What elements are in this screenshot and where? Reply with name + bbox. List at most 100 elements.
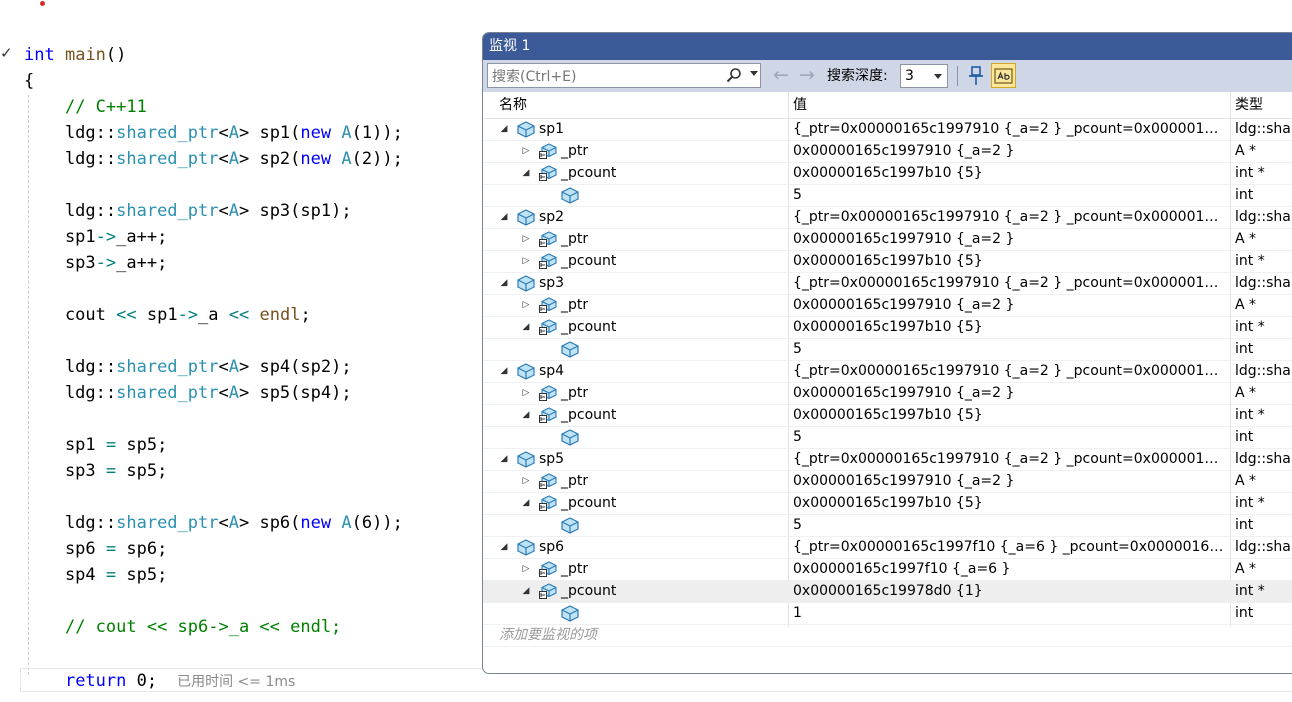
code-line[interactable]: return 0; 已用时间 <= 1ms (24, 668, 295, 694)
watch-row-value[interactable]: 0x00000165c1997910 {_a=2 } (793, 141, 1227, 162)
watch-row-value[interactable]: 0x00000165c1997b10 {5} (793, 493, 1227, 514)
code-line[interactable]: ldg::shared_ptr<A> sp2(new A(2)); (24, 146, 403, 172)
expanded-toggle-icon[interactable]: ◢ (521, 317, 531, 338)
watch-row-value[interactable]: {_ptr=0x00000165c1997f10 {_a=6 } _pcount… (793, 537, 1227, 558)
code-line[interactable]: sp3->_a++; (24, 250, 167, 276)
watch-row-value[interactable]: 0x00000165c1997910 {_a=2 } (793, 229, 1227, 250)
watch-row[interactable]: 1 int (483, 603, 1292, 625)
code-line[interactable]: // C++11 (24, 94, 147, 120)
code-line[interactable]: ldg::shared_ptr<A> sp3(sp1); (24, 198, 352, 224)
member-field-icon (539, 407, 557, 424)
add-watch-row[interactable]: 添加要监视的项 (483, 625, 1292, 647)
watch-row[interactable]: ▷ _ptr 0x00000165c1997f10 {_a=6 } A * (483, 559, 1292, 581)
watch-row-value[interactable]: 0x00000165c1997910 {_a=2 } (793, 471, 1227, 492)
watch-row-value[interactable]: 5 (793, 515, 1227, 536)
search-depth-select[interactable]: 3 (900, 64, 948, 88)
watch-row[interactable]: ◢ sp2 {_ptr=0x00000165c1997910 {_a=2 } _pc… (483, 207, 1292, 229)
watch-row-value[interactable]: 0x00000165c1997b10 {5} (793, 163, 1227, 184)
watch-row[interactable]: 5 int (483, 339, 1292, 361)
watch-row[interactable]: ◢ _pcount 0x00000165c1997b10 {5} int * (483, 317, 1292, 339)
watch-row[interactable]: ◢ sp5 {_ptr=0x00000165c1997910 {_a=2 } _pc… (483, 449, 1292, 471)
watch-row[interactable]: ▷ _ptr 0x00000165c1997910 {_a=2 } A * (483, 295, 1292, 317)
code-line[interactable]: sp4 = sp5; (24, 562, 167, 588)
watch-row[interactable]: 5 int (483, 515, 1292, 537)
hex-display-button[interactable] (991, 63, 1016, 88)
code-line[interactable]: sp1->_a++; (24, 224, 167, 250)
watch-row-value[interactable]: 0x00000165c19978d0 {1} (793, 581, 1227, 602)
watch-row[interactable]: ◢ sp1 {_ptr=0x00000165c1997910 {_a=2 } _pc… (483, 119, 1292, 141)
collapsed-toggle-icon[interactable]: ▷ (521, 559, 531, 580)
column-header-value[interactable]: 值 (793, 92, 807, 118)
watch-window[interactable]: 监视 1 ← → 搜索深度: 3 (482, 32, 1292, 674)
watch-row[interactable]: ◢ _pcount 0x00000165c1997b10 {5} int * (483, 493, 1292, 515)
expanded-toggle-icon[interactable]: ◢ (499, 449, 509, 470)
watch-row[interactable]: ▷ _ptr 0x00000165c1997910 {_a=2 } A * (483, 141, 1292, 163)
watch-row[interactable]: ◢ sp6 {_ptr=0x00000165c1997f10 {_a=6 } _pc… (483, 537, 1292, 559)
collapsed-toggle-icon[interactable]: ▷ (521, 229, 531, 250)
code-line[interactable]: cout << sp1->_a << endl; (24, 302, 311, 328)
search-box[interactable] (487, 63, 761, 88)
expanded-toggle-icon[interactable]: ◢ (499, 119, 509, 140)
code-line[interactable]: sp6 = sp6; (24, 536, 167, 562)
column-header-type[interactable]: 类型 (1235, 92, 1263, 118)
search-input[interactable] (490, 65, 724, 88)
watch-row-value[interactable]: {_ptr=0x00000165c1997910 {_a=2 } _pcount… (793, 119, 1227, 140)
watch-row-value[interactable]: {_ptr=0x00000165c1997910 {_a=2 } _pcount… (793, 207, 1227, 228)
watch-row[interactable]: 5 int (483, 185, 1292, 207)
expanded-toggle-icon[interactable]: ◢ (521, 493, 531, 514)
expanded-toggle-icon[interactable]: ◢ (499, 537, 509, 558)
watch-row[interactable]: 5 int (483, 427, 1292, 449)
code-line[interactable]: ldg::shared_ptr<A> sp6(new A(6)); (24, 510, 403, 536)
expanded-toggle-icon[interactable]: ◢ (499, 361, 509, 382)
watch-row[interactable]: ▷ _ptr 0x00000165c1997910 {_a=2 } A * (483, 229, 1292, 251)
watch-row[interactable]: ◢ _pcount 0x00000165c19978d0 {1} int * (483, 581, 1292, 603)
watch-row-value[interactable]: 0x00000165c1997b10 {5} (793, 405, 1227, 426)
collapsed-toggle-icon[interactable]: ▷ (521, 471, 531, 492)
watch-row-value[interactable]: 0x00000165c1997910 {_a=2 } (793, 383, 1227, 404)
watch-row-value[interactable]: {_ptr=0x00000165c1997910 {_a=2 } _pcount… (793, 361, 1227, 382)
watch-row-value[interactable]: 0x00000165c1997b10 {5} (793, 317, 1227, 338)
watch-row-value[interactable]: {_ptr=0x00000165c1997910 {_a=2 } _pcount… (793, 449, 1227, 470)
expanded-toggle-icon[interactable]: ◢ (521, 405, 531, 426)
watch-row-value[interactable]: 5 (793, 185, 1227, 206)
watch-row-value[interactable]: 0x00000165c1997b10 {5} (793, 251, 1227, 272)
search-dropdown-icon[interactable] (750, 71, 758, 76)
expanded-toggle-icon[interactable]: ◢ (499, 273, 509, 294)
code-line[interactable]: ldg::shared_ptr<A> sp4(sp2); (24, 354, 352, 380)
watch-row[interactable]: ▷ _pcount 0x00000165c1997b10 {5} int * (483, 251, 1292, 273)
code-line[interactable]: int main() (24, 42, 126, 68)
collapsed-toggle-icon[interactable]: ▷ (521, 383, 531, 404)
watch-row[interactable]: ▷ _ptr 0x00000165c1997910 {_a=2 } A * (483, 383, 1292, 405)
watch-row-value[interactable]: 1 (793, 603, 1227, 624)
watch-row-value[interactable]: 0x00000165c1997f10 {_a=6 } (793, 559, 1227, 580)
collapsed-toggle-icon[interactable]: ▷ (521, 141, 531, 162)
code-line[interactable]: { (24, 68, 34, 94)
watch-row[interactable]: ◢ _pcount 0x00000165c1997b10 {5} int * (483, 163, 1292, 185)
expanded-toggle-icon[interactable]: ◢ (521, 581, 531, 602)
code-token: () (105, 45, 127, 65)
expanded-toggle-icon[interactable]: ◢ (521, 163, 531, 184)
code-line[interactable]: ldg::shared_ptr<A> sp5(sp4); (24, 380, 352, 406)
watch-row-value[interactable]: {_ptr=0x00000165c1997910 {_a=2 } _pcount… (793, 273, 1227, 294)
watch-row-value[interactable]: 5 (793, 427, 1227, 448)
code-line[interactable]: sp1 = sp5; (24, 432, 167, 458)
watch-row[interactable]: ◢ sp4 {_ptr=0x00000165c1997910 {_a=2 } _pc… (483, 361, 1292, 383)
code-line[interactable]: // cout << sp6->_a << endl; (24, 614, 341, 640)
collapsed-toggle-icon[interactable]: ▷ (521, 251, 531, 272)
search-icon[interactable] (726, 67, 742, 83)
collapsed-toggle-icon[interactable]: ▷ (521, 295, 531, 316)
code-line[interactable]: sp3 = sp5; (24, 458, 167, 484)
watch-title[interactable]: 监视 1 (483, 33, 1292, 60)
watch-row-value[interactable]: 5 (793, 339, 1227, 360)
column-header-name[interactable]: 名称 (499, 92, 527, 118)
code-line[interactable]: ldg::shared_ptr<A> sp1(new A(1)); (24, 120, 403, 146)
fold-toggle-icon[interactable]: ✓ (0, 44, 13, 62)
watch-row-value[interactable]: 0x00000165c1997910 {_a=2 } (793, 295, 1227, 316)
search-back-button[interactable]: ← (773, 63, 789, 87)
pin-icon[interactable] (965, 64, 987, 88)
watch-row[interactable]: ◢ sp3 {_ptr=0x00000165c1997910 {_a=2 } _pc… (483, 273, 1292, 295)
watch-row[interactable]: ◢ _pcount 0x00000165c1997b10 {5} int * (483, 405, 1292, 427)
watch-row[interactable]: ▷ _ptr 0x00000165c1997910 {_a=2 } A * (483, 471, 1292, 493)
expanded-toggle-icon[interactable]: ◢ (499, 207, 509, 228)
search-forward-button[interactable]: → (799, 63, 815, 87)
